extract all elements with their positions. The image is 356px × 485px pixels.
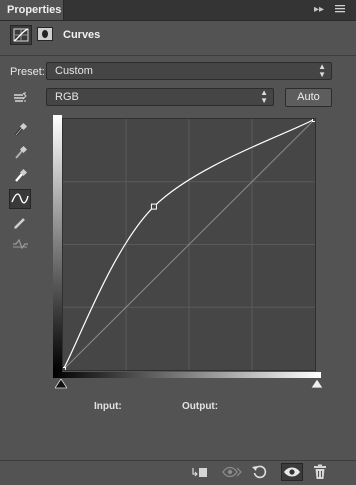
smooth-icon[interactable] bbox=[10, 234, 30, 254]
curves-graph[interactable] bbox=[62, 118, 316, 371]
auto-button[interactable]: Auto bbox=[285, 88, 332, 107]
curve-icon[interactable] bbox=[9, 189, 31, 209]
channel-value: RGB bbox=[55, 91, 79, 103]
layer-mask-icon[interactable] bbox=[37, 27, 53, 41]
eyedropper-gray-icon[interactable] bbox=[10, 143, 30, 163]
hand-target-icon[interactable] bbox=[10, 87, 30, 107]
curves-adjustment-icon[interactable] bbox=[10, 25, 32, 45]
input-label: Input: bbox=[94, 401, 122, 412]
eyedropper-black-icon[interactable] bbox=[10, 120, 30, 140]
output-label: Output: bbox=[182, 401, 219, 412]
curve-control-point[interactable] bbox=[150, 203, 157, 210]
curve-canvas[interactable] bbox=[63, 119, 315, 370]
preset-value: Custom bbox=[55, 65, 93, 77]
properties-header bbox=[0, 21, 356, 56]
toggle-visibility-icon[interactable] bbox=[281, 463, 303, 481]
reset-icon[interactable] bbox=[251, 464, 269, 480]
input-gradient-bar bbox=[53, 372, 321, 378]
white-point-slider[interactable] bbox=[310, 376, 324, 394]
curve-control-point[interactable] bbox=[63, 367, 66, 371]
channel-dropdown[interactable]: RGB ▲ ▼ bbox=[46, 88, 274, 106]
black-point-slider[interactable] bbox=[54, 376, 68, 394]
tab-properties[interactable]: Properties bbox=[0, 0, 64, 20]
preset-label: Preset: bbox=[10, 66, 45, 78]
collapse-icon[interactable]: ▸▸ bbox=[311, 3, 327, 17]
panel-title: Curves bbox=[63, 29, 101, 41]
menu-icon[interactable] bbox=[333, 3, 349, 17]
clip-to-layer-icon[interactable] bbox=[191, 464, 209, 480]
dropdown-arrows-icon: ▲ ▼ bbox=[260, 88, 268, 105]
preset-dropdown[interactable]: Custom ▲ ▼ bbox=[46, 62, 332, 80]
output-gradient-bar bbox=[53, 115, 62, 372]
trash-icon[interactable] bbox=[311, 464, 329, 480]
pencil-icon[interactable] bbox=[10, 213, 30, 233]
curve-control-point[interactable] bbox=[312, 119, 316, 122]
eyedropper-white-icon[interactable] bbox=[10, 166, 30, 186]
view-previous-state-icon[interactable] bbox=[221, 464, 243, 480]
dropdown-arrows-icon: ▲ ▼ bbox=[318, 62, 326, 79]
